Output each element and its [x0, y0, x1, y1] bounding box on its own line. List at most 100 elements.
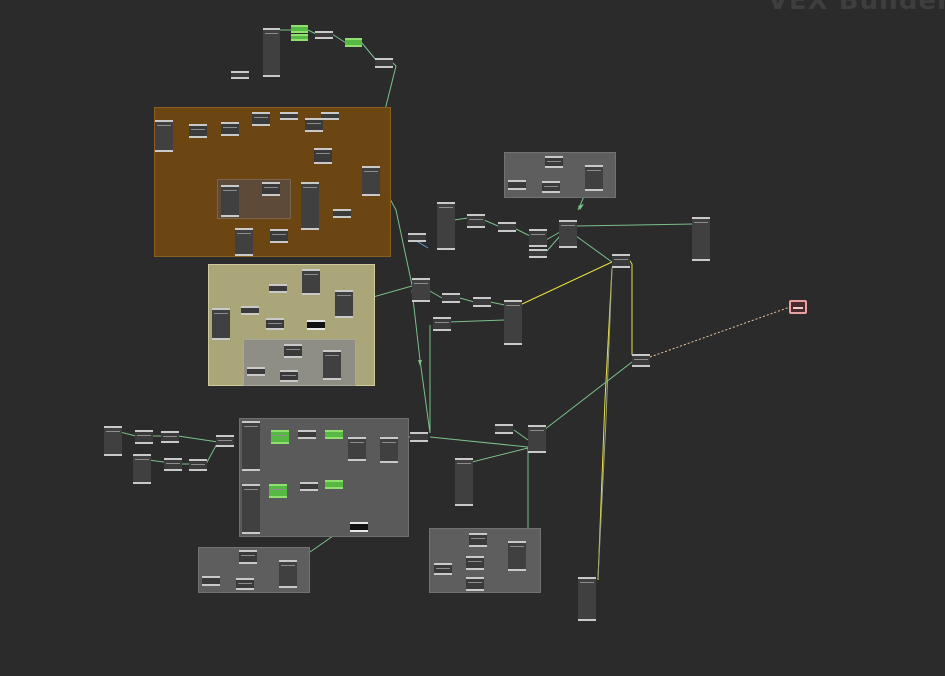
- network-node[interactable]: [298, 430, 316, 439]
- network-node[interactable]: [498, 222, 516, 232]
- network-node[interactable]: [280, 370, 298, 382]
- network-node[interactable]: [280, 112, 298, 120]
- network-node[interactable]: [508, 541, 526, 571]
- network-node[interactable]: [692, 217, 710, 261]
- network-node[interactable]: [542, 181, 560, 193]
- node-port-bar: [414, 283, 428, 284]
- network-node[interactable]: [410, 432, 428, 442]
- network-node[interactable]: [189, 459, 207, 471]
- network-node[interactable]: [455, 458, 473, 506]
- network-node[interactable]: [202, 576, 220, 586]
- node-port-bar: [468, 561, 482, 562]
- node-port-bar: [304, 274, 318, 275]
- network-node[interactable]: [333, 209, 351, 218]
- node-port-bar: [268, 323, 282, 324]
- network-node[interactable]: [231, 71, 249, 79]
- network-node[interactable]: [350, 522, 368, 532]
- network-node[interactable]: [189, 124, 207, 138]
- node-port-bar: [468, 582, 482, 583]
- network-node[interactable]: [221, 185, 239, 217]
- network-node[interactable]: [434, 563, 452, 575]
- network-node[interactable]: [155, 120, 173, 152]
- network-node[interactable]: [247, 367, 265, 376]
- network-node[interactable]: [437, 202, 455, 250]
- network-node[interactable]: [279, 560, 297, 588]
- network-node[interactable]: [412, 278, 430, 302]
- network-node[interactable]: [325, 430, 343, 439]
- network-node[interactable]: [266, 318, 284, 330]
- network-node[interactable]: [242, 421, 260, 471]
- network-node[interactable]: [262, 182, 280, 196]
- network-node[interactable]: [362, 166, 380, 196]
- network-node[interactable]: [380, 437, 398, 463]
- network-node[interactable]: [473, 297, 491, 307]
- network-node[interactable]: [301, 182, 319, 230]
- network-canvas[interactable]: VEX Builder: [0, 0, 945, 676]
- network-node[interactable]: [212, 308, 230, 340]
- network-node[interactable]: [302, 269, 320, 295]
- network-node[interactable]: [335, 290, 353, 318]
- network-node[interactable]: [164, 458, 182, 471]
- error-node[interactable]: [789, 300, 807, 314]
- network-node[interactable]: [221, 122, 239, 136]
- network-node[interactable]: [504, 300, 522, 345]
- network-node[interactable]: [269, 484, 287, 498]
- node-port-bar: [214, 313, 228, 314]
- network-node[interactable]: [508, 180, 526, 190]
- node-port-bar: [325, 355, 339, 356]
- network-node[interactable]: [315, 31, 333, 39]
- network-node[interactable]: [559, 220, 577, 248]
- network-node[interactable]: [135, 430, 153, 444]
- network-node[interactable]: [300, 482, 318, 491]
- network-node[interactable]: [104, 426, 122, 456]
- network-node[interactable]: [270, 229, 288, 243]
- network-node[interactable]: [529, 229, 547, 247]
- node-port-bar: [273, 435, 287, 436]
- network-node[interactable]: [345, 38, 362, 47]
- network-node[interactable]: [284, 344, 302, 358]
- network-node[interactable]: [469, 533, 487, 547]
- network-node[interactable]: [236, 578, 254, 590]
- network-node[interactable]: [241, 306, 259, 315]
- network-node[interactable]: [269, 284, 287, 293]
- network-node[interactable]: [375, 58, 393, 68]
- node-port-bar: [166, 463, 180, 464]
- network-node[interactable]: [271, 430, 289, 444]
- network-node[interactable]: [161, 431, 179, 443]
- node-port-bar: [244, 426, 258, 427]
- network-node[interactable]: [466, 577, 484, 591]
- network-node[interactable]: [252, 112, 270, 126]
- network-node[interactable]: [585, 165, 603, 191]
- node-port-bar: [286, 349, 300, 350]
- network-node[interactable]: [216, 435, 234, 447]
- network-node[interactable]: [242, 484, 260, 534]
- node-port-bar: [191, 129, 205, 130]
- network-node[interactable]: [305, 118, 323, 132]
- network-node[interactable]: [578, 577, 596, 621]
- network-node[interactable]: [612, 254, 630, 268]
- network-node[interactable]: [495, 424, 513, 434]
- network-node[interactable]: [325, 480, 343, 489]
- network-node[interactable]: [529, 249, 547, 258]
- network-node[interactable]: [314, 148, 332, 164]
- network-node[interactable]: [348, 437, 366, 461]
- node-port-bar: [272, 234, 286, 235]
- node-port-bar: [439, 207, 453, 208]
- network-node[interactable]: [291, 25, 308, 33]
- network-node[interactable]: [528, 425, 546, 453]
- network-node[interactable]: [235, 228, 253, 256]
- network-node[interactable]: [632, 354, 650, 367]
- network-node[interactable]: [323, 350, 341, 380]
- network-node[interactable]: [239, 550, 257, 564]
- network-node[interactable]: [291, 34, 308, 41]
- network-node[interactable]: [408, 233, 426, 242]
- network-node[interactable]: [442, 293, 460, 303]
- network-node[interactable]: [133, 454, 151, 484]
- network-node[interactable]: [307, 320, 325, 330]
- network-node[interactable]: [321, 112, 339, 120]
- network-node[interactable]: [466, 556, 484, 570]
- network-node[interactable]: [467, 214, 485, 228]
- network-node[interactable]: [263, 28, 280, 77]
- network-node[interactable]: [545, 156, 563, 168]
- network-node[interactable]: [433, 317, 451, 331]
